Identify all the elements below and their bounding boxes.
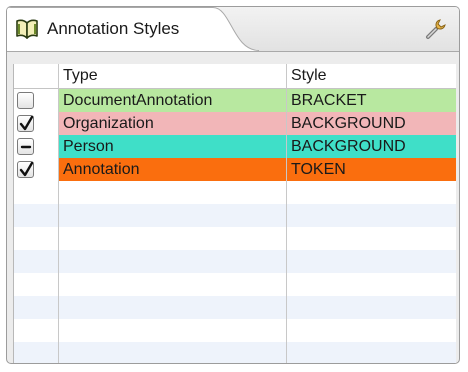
table-row[interactable]: Organization BACKGROUND xyxy=(14,112,456,135)
open-book-icon xyxy=(16,19,38,39)
empty-row xyxy=(14,319,456,342)
empty-row xyxy=(14,296,456,319)
wrench-icon[interactable] xyxy=(424,17,448,41)
visibility-checkbox[interactable] xyxy=(17,138,34,155)
style-cell[interactable]: BRACKET xyxy=(287,89,456,112)
table-header: Type Style xyxy=(14,64,456,89)
visibility-cell xyxy=(14,112,58,135)
tab-annotation-styles[interactable]: Annotation Styles xyxy=(7,7,259,51)
type-cell: Person xyxy=(59,135,286,158)
visibility-cell xyxy=(14,158,58,181)
table-row[interactable]: Annotation TOKEN xyxy=(14,158,456,181)
annotation-styles-view: Annotation Styles Type Style DocumentAnn… xyxy=(6,6,460,364)
visibility-checkbox[interactable] xyxy=(17,92,34,109)
checkmark-icon xyxy=(19,162,34,177)
empty-row xyxy=(14,181,456,204)
empty-row xyxy=(14,204,456,227)
checkmark-icon xyxy=(19,116,34,131)
visibility-cell xyxy=(14,135,58,158)
empty-row xyxy=(14,273,456,296)
table-row[interactable]: DocumentAnnotation BRACKET xyxy=(14,89,456,112)
style-cell[interactable]: BACKGROUND xyxy=(287,112,456,135)
header-style[interactable]: Style xyxy=(287,64,456,88)
empty-row xyxy=(14,227,456,250)
style-cell[interactable]: TOKEN xyxy=(287,158,456,181)
type-cell: Annotation xyxy=(59,158,286,181)
annotation-styles-table: Type Style DocumentAnnotation BRACKET Orga… xyxy=(13,64,456,363)
empty-row xyxy=(14,342,456,363)
header-type[interactable]: Type xyxy=(59,64,286,88)
visibility-cell xyxy=(14,89,58,112)
dash-icon xyxy=(20,145,32,149)
type-cell: DocumentAnnotation xyxy=(59,89,286,112)
empty-row xyxy=(14,250,456,273)
type-cell: Organization xyxy=(59,112,286,135)
visibility-checkbox[interactable] xyxy=(17,161,34,178)
header-checked[interactable] xyxy=(14,64,58,88)
column-divider xyxy=(58,64,59,363)
style-cell[interactable]: BACKGROUND xyxy=(287,135,456,158)
column-divider xyxy=(286,64,287,363)
view-tab-bar: Annotation Styles xyxy=(7,7,459,52)
table-row[interactable]: Person BACKGROUND xyxy=(14,135,456,158)
visibility-checkbox[interactable] xyxy=(17,115,34,132)
tab-label: Annotation Styles xyxy=(47,19,180,38)
